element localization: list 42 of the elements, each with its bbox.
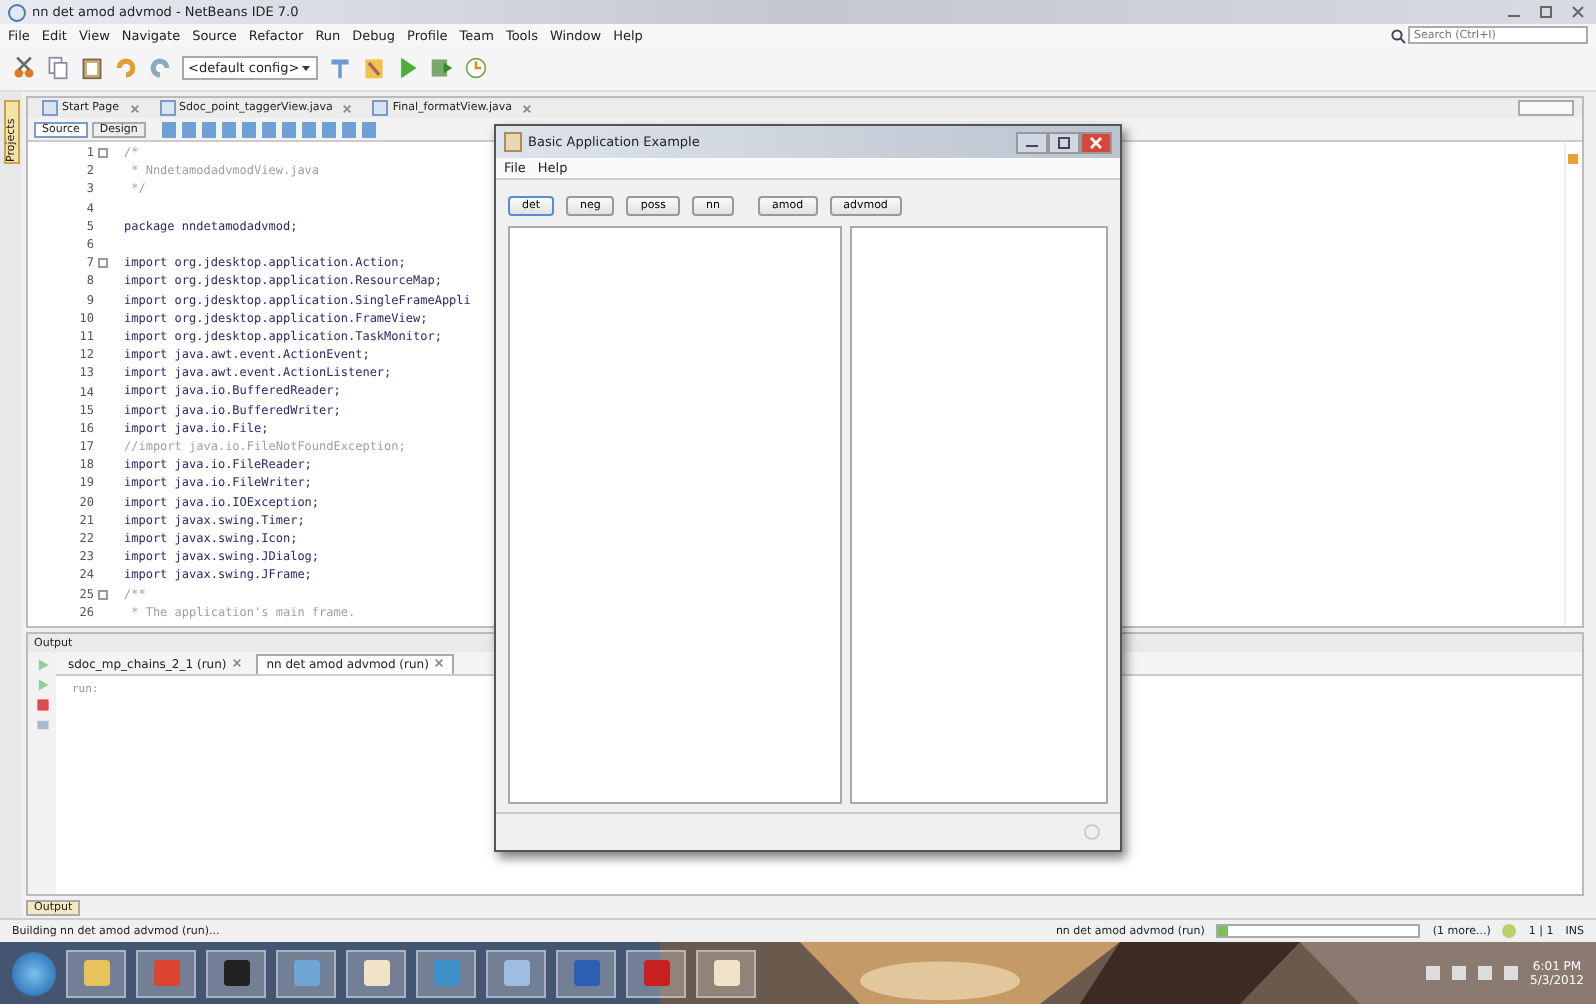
taskbar-app-icon[interactable] bbox=[626, 949, 686, 997]
run-icon[interactable] bbox=[396, 56, 420, 80]
stop-icon[interactable] bbox=[35, 698, 49, 712]
java-icon bbox=[504, 132, 522, 152]
close-button[interactable] bbox=[1080, 131, 1112, 153]
close-icon[interactable] bbox=[434, 658, 445, 668]
close-icon[interactable] bbox=[342, 103, 353, 113]
undo-icon[interactable] bbox=[114, 56, 138, 80]
file-icon bbox=[159, 100, 175, 116]
close-icon[interactable] bbox=[129, 103, 139, 113]
paste-icon[interactable] bbox=[80, 56, 104, 80]
minimize-button[interactable] bbox=[1016, 131, 1048, 153]
close-button[interactable] bbox=[1568, 4, 1588, 20]
taskbar-app-icon[interactable] bbox=[556, 949, 616, 997]
maximize-button[interactable] bbox=[1536, 4, 1556, 20]
profile-icon[interactable] bbox=[464, 56, 488, 80]
taskbar-app-icon[interactable] bbox=[206, 949, 266, 997]
fold-icon[interactable] bbox=[98, 258, 108, 269]
caret-icon bbox=[300, 62, 312, 74]
text-area[interactable] bbox=[850, 226, 1108, 804]
taskbar-app-icon[interactable] bbox=[66, 949, 126, 997]
scissors-icon[interactable] bbox=[12, 56, 36, 80]
fold-icon[interactable] bbox=[98, 148, 108, 159]
taskbar-app-icon[interactable] bbox=[696, 949, 756, 997]
taskbar-app-icon[interactable] bbox=[136, 949, 196, 997]
taskbar-app-icon[interactable] bbox=[276, 949, 336, 997]
file-icon bbox=[42, 100, 58, 116]
app-icon bbox=[8, 3, 26, 21]
debug-icon[interactable] bbox=[430, 56, 454, 80]
taskbar-app-icon[interactable] bbox=[416, 949, 476, 997]
error-stripe-mark bbox=[1568, 154, 1578, 164]
close-icon[interactable] bbox=[521, 103, 532, 113]
taskbar-app-icon[interactable] bbox=[346, 949, 406, 997]
maximize-button[interactable] bbox=[1048, 131, 1080, 153]
file-icon bbox=[372, 100, 389, 116]
search-icon[interactable] bbox=[1390, 27, 1406, 43]
busy-icon bbox=[1084, 824, 1100, 840]
taskbar-app-icon[interactable] bbox=[486, 949, 546, 997]
fold-icon[interactable] bbox=[98, 589, 108, 600]
copy-icon[interactable] bbox=[46, 56, 70, 80]
close-icon[interactable] bbox=[232, 658, 243, 668]
redo-icon[interactable] bbox=[148, 56, 172, 80]
